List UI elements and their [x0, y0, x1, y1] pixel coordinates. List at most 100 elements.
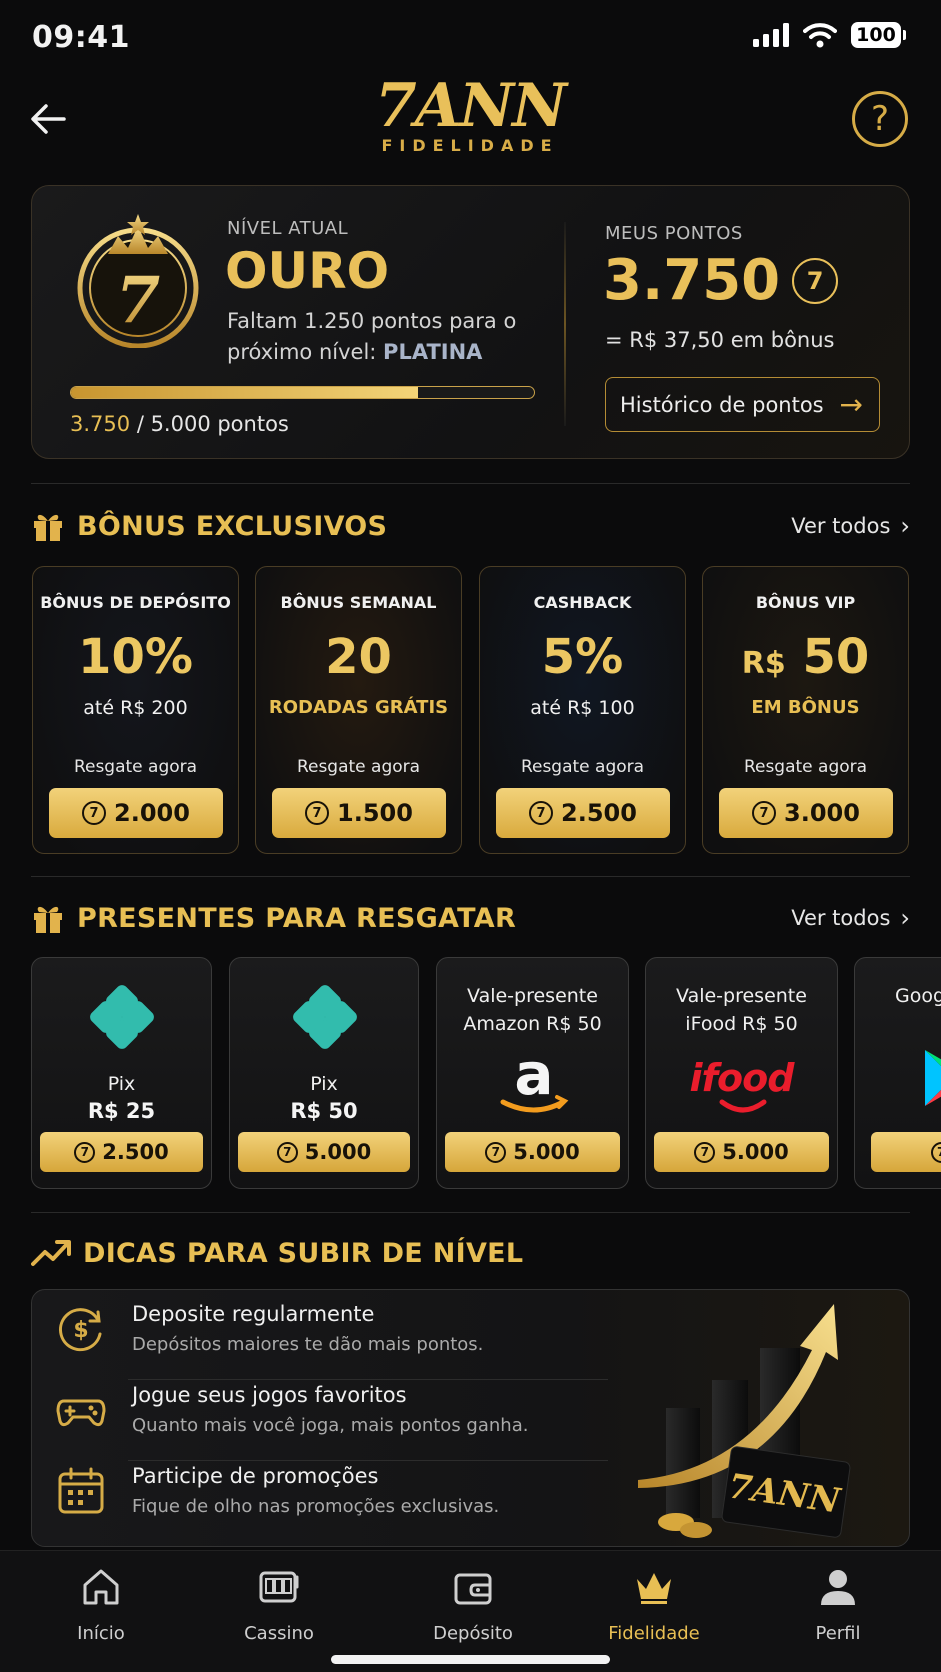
- gift-name: Googl R$ 5: [895, 985, 941, 1007]
- status-icons: 100: [753, 22, 906, 48]
- chevron-right-icon: ›: [900, 904, 910, 932]
- wifi-icon: [803, 23, 837, 48]
- coin-icon: 7: [529, 801, 554, 825]
- bonus-redeem-button[interactable]: 7 1.500: [272, 788, 446, 838]
- bonus-redeem-label: Resgate agora: [520, 757, 645, 777]
- bonus-name: BÔNUS SEMANAL: [280, 593, 437, 612]
- tip-title: Deposite regularmente: [132, 1302, 375, 1326]
- pix-logo-icon: [293, 985, 357, 1049]
- gifts-see-all-link[interactable]: Ver todos ›: [791, 904, 910, 932]
- gift-icon: [34, 514, 62, 541]
- gift-card-pix-50[interactable]: Pix R$ 50 7 5.000: [229, 957, 419, 1189]
- bonus-redeem-button[interactable]: 7 2.500: [496, 788, 670, 838]
- signal-icon: [753, 23, 789, 47]
- progress-total: / 5.000 pontos: [136, 412, 289, 436]
- points-history-button[interactable]: Histórico de pontos →: [605, 377, 880, 432]
- level-progress-fill: [71, 387, 419, 398]
- nav-item-perfil[interactable]: Perfil: [763, 1565, 913, 1644]
- progress-text: 3.750 / 5.000 pontos: [70, 412, 289, 436]
- bonus-cost: 1.500: [337, 799, 413, 827]
- bonus-card[interactable]: BÔNUS VIP R$ 50 EM BÔNUS Resgate agora 7 3.00…: [702, 566, 909, 854]
- ifood-logo: ifood: [689, 1056, 795, 1100]
- nav-label: Fidelidade: [608, 1623, 700, 1644]
- coin-icon: 7: [930, 1141, 941, 1163]
- user-icon: [821, 1570, 855, 1605]
- nav-item-inicio[interactable]: Início: [26, 1565, 176, 1644]
- bonus-card[interactable]: BÔNUS SEMANAL 20 RODADAS GRÁTIS Resgate ag…: [255, 566, 462, 854]
- bonus-redeem-button[interactable]: 7 2.000: [49, 788, 223, 838]
- gift-card-ifood[interactable]: Vale-presente iFood R$ 50 ifood 7 5.000: [645, 957, 838, 1189]
- bonus-amount: R$ 50: [703, 629, 908, 685]
- coin-icon: 7: [305, 801, 330, 825]
- bonus-name: BÔNUS VIP: [755, 593, 856, 612]
- nav-item-deposito[interactable]: Depósito: [398, 1565, 548, 1644]
- bonus-card[interactable]: BÔNUS DE DEPÓSITO 10% até R$ 200 Resgate a…: [32, 566, 239, 854]
- gift-cost: 2.500: [102, 1140, 169, 1164]
- ifood-smile-icon: [719, 1099, 767, 1113]
- tip-item: Participe de promoções Fique de olho nas…: [32, 1452, 592, 1533]
- bonus-card[interactable]: CASHBACK 5% até R$ 100 Resgate agora 7 2.500: [479, 566, 686, 854]
- nav-label: Cassino: [244, 1623, 314, 1644]
- bonus-subtitle: RODADAS GRÁTIS: [268, 697, 449, 718]
- nav-item-fidelidade[interactable]: Fidelidade: [579, 1565, 729, 1644]
- see-all-label: Ver todos: [791, 514, 891, 538]
- gift-card-google-play[interactable]: Googl R$ 5 75: [854, 957, 941, 1189]
- growth-chart-illustration: 7ANN: [638, 1304, 851, 1538]
- amazon-logo-icon: a: [500, 1048, 569, 1113]
- nav-item-cassino[interactable]: Cassino: [204, 1565, 354, 1644]
- gift-card-amazon[interactable]: Vale-presente Amazon R$ 50 a 7 5.000: [436, 957, 629, 1189]
- bonus-cost: 3.000: [784, 799, 860, 827]
- section-divider: [31, 876, 910, 877]
- medal-number: 7: [116, 263, 161, 338]
- gift-redeem-button[interactable]: 7 5.000: [238, 1132, 410, 1172]
- brand-logo: 7ANN FIDELIDADE: [360, 74, 580, 160]
- tips-section-title: DICAS PARA SUBIR DE NÍVEL: [83, 1237, 524, 1269]
- chevron-right-icon: ›: [900, 512, 910, 540]
- bonus-amount: 10%: [33, 629, 238, 685]
- bonus-value: 10%: [78, 629, 193, 685]
- section-divider: [31, 483, 910, 484]
- status-bar: 09:41 100: [0, 0, 941, 76]
- battery-icon: 100: [851, 22, 906, 48]
- coin-icon: 7: [752, 801, 777, 825]
- current-level-name: OURO: [225, 242, 390, 300]
- bottom-navigation: Início Cassino Depósito Fidelidade Perfi…: [0, 1550, 941, 1672]
- bonus-cost: 2.000: [114, 799, 190, 827]
- gift-redeem-button[interactable]: 7 5.000: [654, 1132, 829, 1172]
- gift-name: Pix: [107, 1073, 136, 1095]
- gift-redeem-button[interactable]: 75: [871, 1132, 941, 1172]
- tips-card: $ Deposite regularmente Depósitos maiore…: [31, 1289, 910, 1547]
- gifts-section-title: PRESENTES PARA RESGATAR: [77, 902, 517, 934]
- level-card: 7 NÍVEL ATUAL OURO Faltam 1.250 pontos p…: [31, 185, 910, 459]
- status-time: 09:41: [32, 20, 130, 55]
- bonus-amount: 20: [256, 629, 461, 685]
- arrow-right-icon: →: [839, 388, 863, 421]
- points-bonus-value: = R$ 37,50 em bônus: [605, 328, 835, 352]
- coin-icon: 7: [276, 1141, 298, 1163]
- calendar-icon: [58, 1467, 104, 1514]
- progress-current: 3.750: [70, 412, 131, 436]
- help-button[interactable]: ?: [852, 91, 908, 147]
- gift-cost: 5.000: [304, 1140, 372, 1164]
- gift-card-pix-25[interactable]: Pix R$ 25 7 2.500: [31, 957, 212, 1189]
- logo-mark: 7ANN: [375, 71, 567, 141]
- gift-cost: 5.000: [513, 1140, 580, 1164]
- nav-label: Depósito: [433, 1623, 513, 1644]
- home-indicator: [331, 1655, 610, 1664]
- section-divider: [31, 1212, 910, 1213]
- gift-redeem-button[interactable]: 7 5.000: [445, 1132, 620, 1172]
- slot-machine-icon: [259, 1571, 299, 1603]
- level-progress-bar: [70, 386, 535, 399]
- gift-value: R$ 25: [87, 1099, 156, 1123]
- dollar-cycle-icon: $: [59, 1308, 102, 1352]
- bonus-redeem-label: Resgate agora: [743, 757, 868, 777]
- bonus-value: 20: [325, 629, 392, 685]
- bonus-redeem-label: Resgate agora: [296, 757, 421, 777]
- bonus-see-all-link[interactable]: Ver todos ›: [791, 512, 910, 540]
- google-play-icon: [925, 1050, 941, 1106]
- next-level-name: PLATINA: [383, 340, 483, 364]
- nav-label: Início: [77, 1623, 125, 1644]
- bonus-redeem-button[interactable]: 7 3.000: [719, 788, 893, 838]
- back-arrow-icon[interactable]: [26, 96, 72, 142]
- gift-redeem-button[interactable]: 7 2.500: [40, 1132, 203, 1172]
